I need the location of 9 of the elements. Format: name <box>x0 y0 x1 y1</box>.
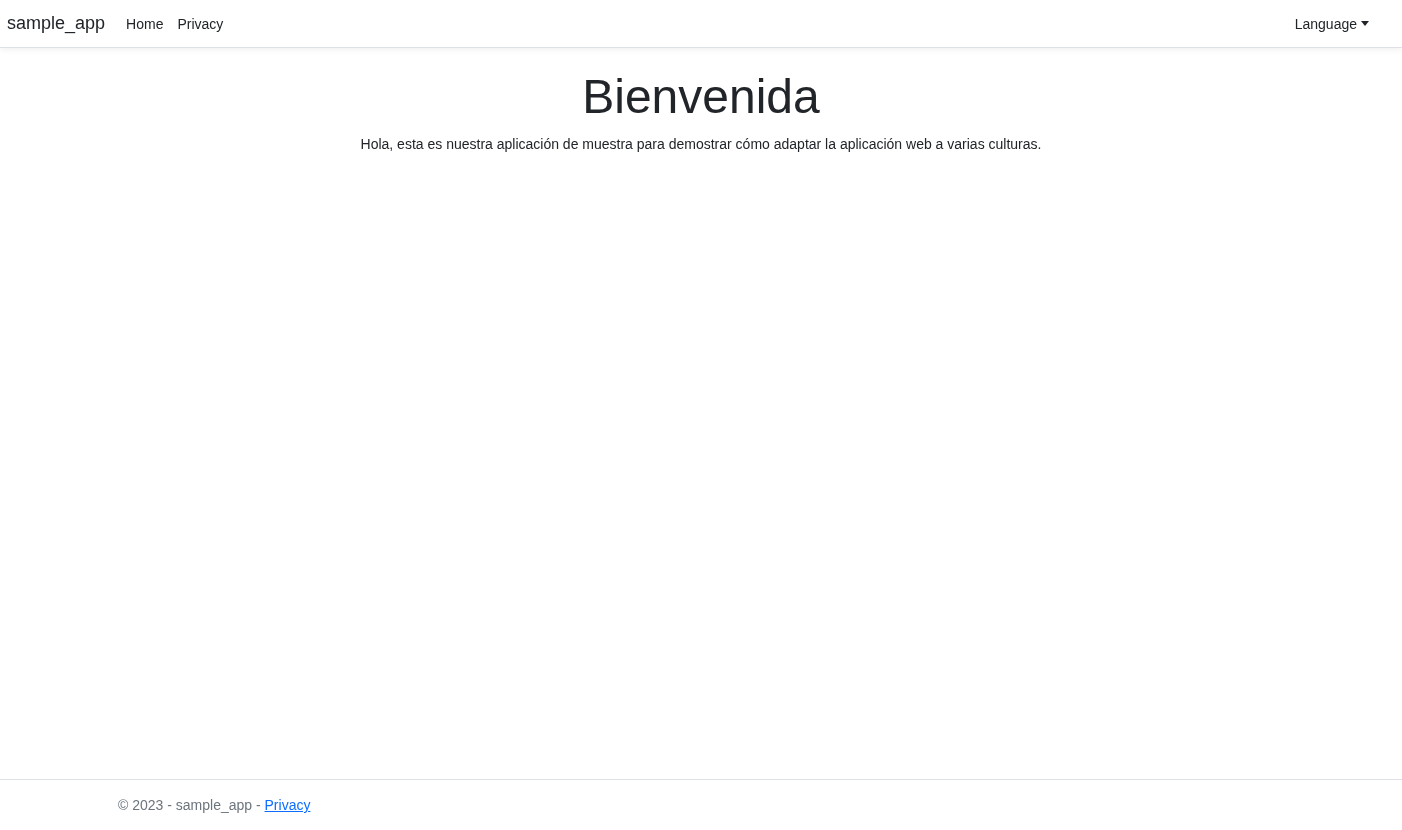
footer-text: © 2023 - sample_app - Privacy <box>118 797 311 813</box>
brand-link[interactable]: sample_app <box>7 13 106 34</box>
intro-text: Hola, esta es nuestra aplicación de muestra para demostrar cómo adaptar la aplicación web a varias culturas. <box>359 135 1043 152</box>
nav-link[interactable]: Privacy <box>170 15 231 32</box>
page-heading: Bienvenida <box>581 69 821 125</box>
privacy-link[interactable]: Privacy <box>264 797 311 813</box>
caret-icon <box>1361 21 1369 26</box>
nav-link[interactable]: Home <box>119 15 171 32</box>
language-dropdown[interactable]: Language <box>1294 11 1369 36</box>
